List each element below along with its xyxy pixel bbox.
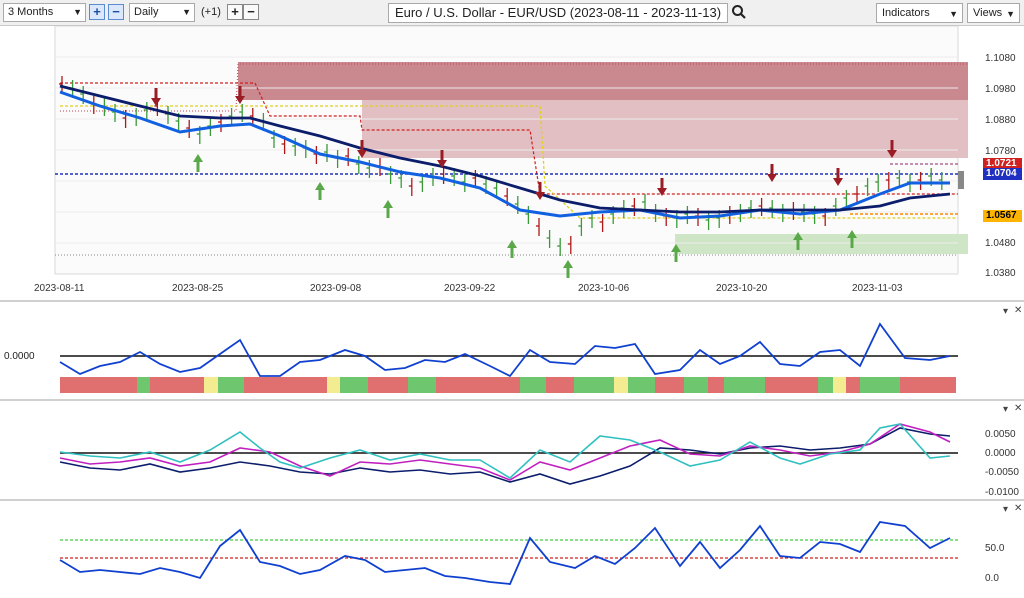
views-button[interactable]: Views ▼ [967,3,1020,23]
axis-tick-label: 1.1080 [985,53,1016,64]
date-label: 2023-11-03 [852,283,903,294]
signal-segment [520,377,546,393]
axis-tick-label: -0.0100 [985,487,1019,498]
instrument-title-field[interactable]: Euro / U.S. Dollar - EUR/USD (2023-08-11… [388,3,728,23]
diff-chart [55,402,958,496]
signal-segment [244,377,327,393]
price-tag: 1.0704 [983,168,1022,180]
support-zone [675,234,968,254]
axis-tick-label: 1.0880 [985,115,1016,126]
signal-segment [818,377,833,393]
signal-segment [368,377,408,393]
offset-label: (+1) [201,6,221,18]
indicators-label: Indicators [882,7,930,19]
chevron-down-icon: ▼ [1006,9,1015,19]
signal-segment [614,377,628,393]
date-label: 2023-08-11 [34,283,85,294]
rsi-chart [55,502,958,596]
period-select[interactable]: 3 Months ▼ [3,3,86,22]
interval-value: Daily [134,6,159,18]
resistance-zone [238,62,968,100]
signal-segment [60,377,137,393]
date-label: 2023-10-20 [716,283,768,294]
neural-chart [55,304,958,396]
signal-segment [846,377,860,393]
signal-segment [546,377,574,393]
axis-tick-label: 0.0000 [985,448,1016,459]
price-tag: 1.0567 [983,210,1022,222]
signal-segment [327,377,340,393]
toolbar: 3 Months ▼ + − Daily ▼ (+1) + − Euro / U.S… [0,0,1024,26]
date-label: 2023-08-25 [172,283,224,294]
price-chart [54,26,968,278]
signal-segment [684,377,708,393]
indicators-button[interactable]: Indicators ▼ [876,3,963,23]
chevron-down-icon: ▼ [949,9,958,19]
signal-segment [900,377,956,393]
date-label: 2023-10-06 [578,283,630,294]
signal-segment [408,377,436,393]
signal-segment [137,377,150,393]
offset-plus-button[interactable]: + [227,4,243,20]
axis-tick-label: 1.0380 [985,268,1016,279]
signal-segment [574,377,614,393]
signal-segment [150,377,204,393]
search-icon[interactable] [731,3,747,21]
date-label: 2023-09-22 [444,283,496,294]
price-marker [958,171,964,189]
date-label: 2023-09-08 [310,283,362,294]
offset-minus-button[interactable]: − [243,4,259,20]
chevron-down-icon: ▼ [73,7,82,17]
axis-tick-label: 50.0 [985,543,1005,554]
signal-segment [218,377,244,393]
axis-tick-label: 1.0980 [985,84,1016,95]
resistance-zone [362,100,968,158]
axis-tick-label: 1.0480 [985,238,1016,249]
signal-segment [340,377,368,393]
signal-segment [628,377,655,393]
signal-segment [724,377,765,393]
zoom-out-button[interactable]: − [108,4,124,20]
signal-segment [860,377,900,393]
pane-divider[interactable] [0,399,1024,401]
axis-tick-label: 1.0780 [985,146,1016,157]
chevron-down-icon: ▼ [182,7,191,17]
zero-label: 0.0000 [4,351,35,362]
signal-segment [708,377,724,393]
axis-tick-label: 0.0050 [985,429,1016,440]
plot-area [55,502,958,596]
pane-divider[interactable] [0,300,1024,302]
signal-segment [655,377,684,393]
signal-segment [436,377,520,393]
signal-segment [204,377,218,393]
axis-tick-label: 0.0 [985,573,999,584]
interval-select[interactable]: Daily ▼ [129,3,195,22]
signal-segment [833,377,846,393]
period-value: 3 Months [8,6,54,18]
views-label: Views [973,7,1003,19]
zoom-in-button[interactable]: + [89,4,105,20]
pane-divider[interactable] [0,499,1024,501]
axis-tick-label: -0.0050 [985,467,1019,478]
signal-segment [765,377,818,393]
